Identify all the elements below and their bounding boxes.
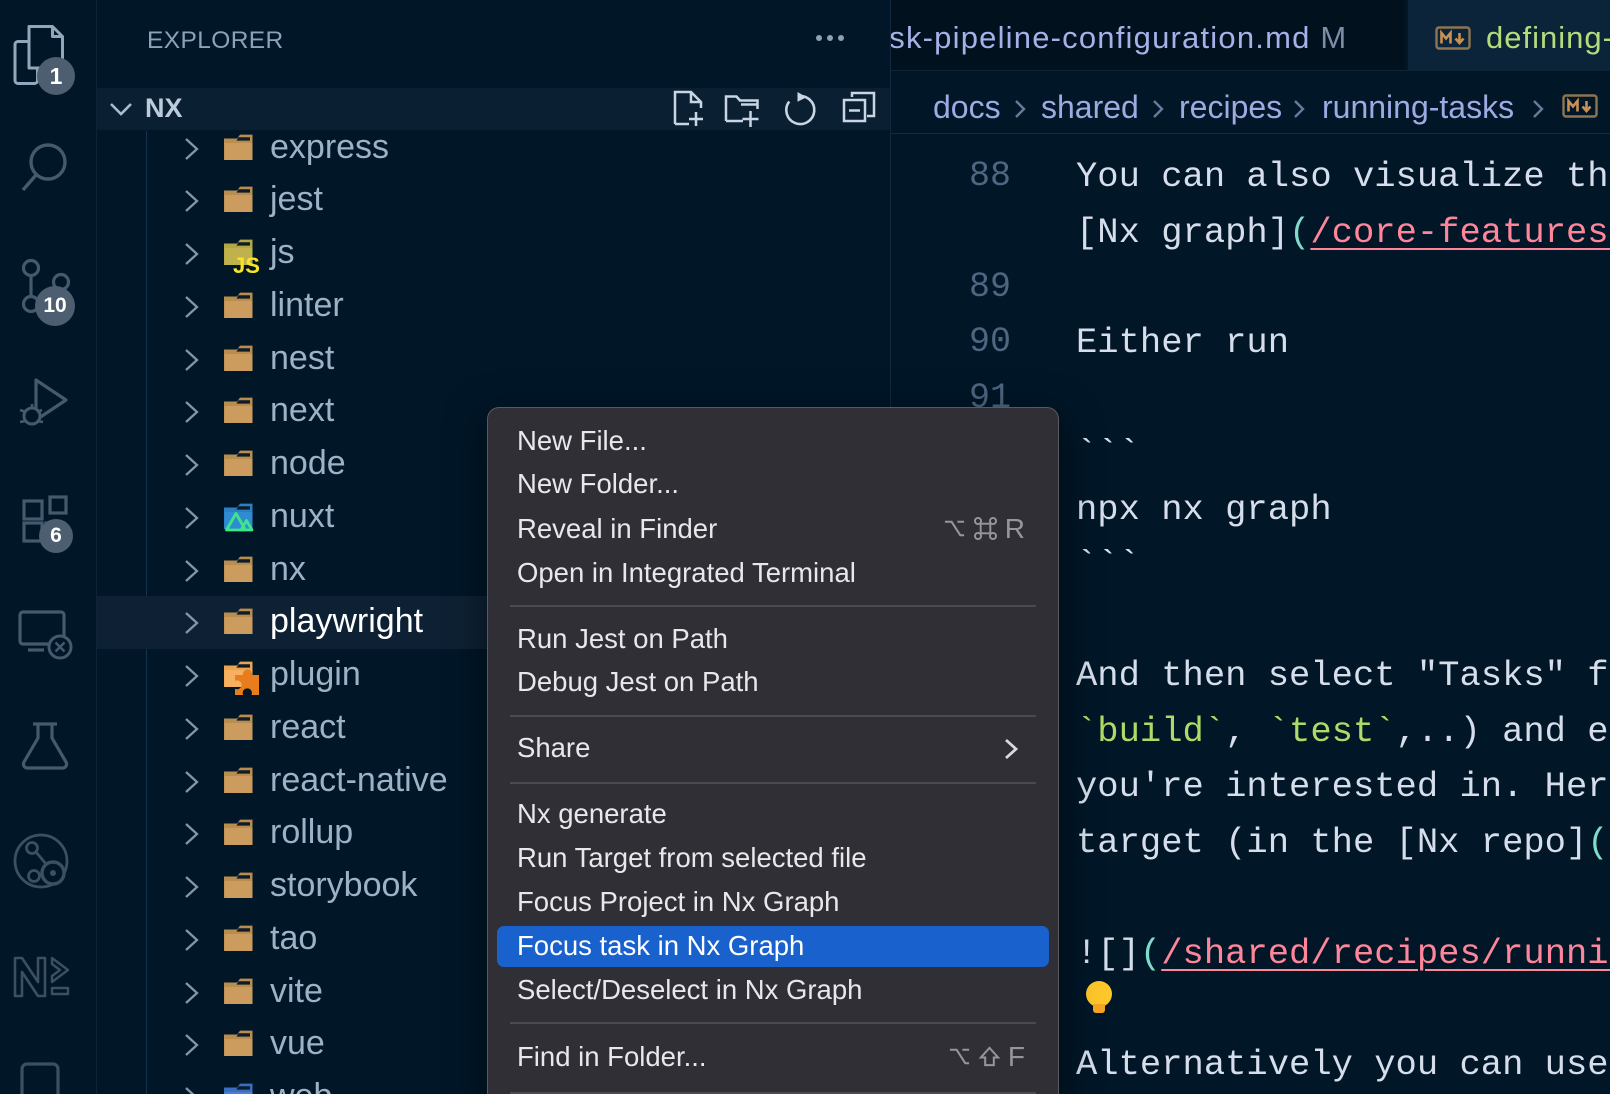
svg-text:JS: JS — [233, 253, 260, 278]
